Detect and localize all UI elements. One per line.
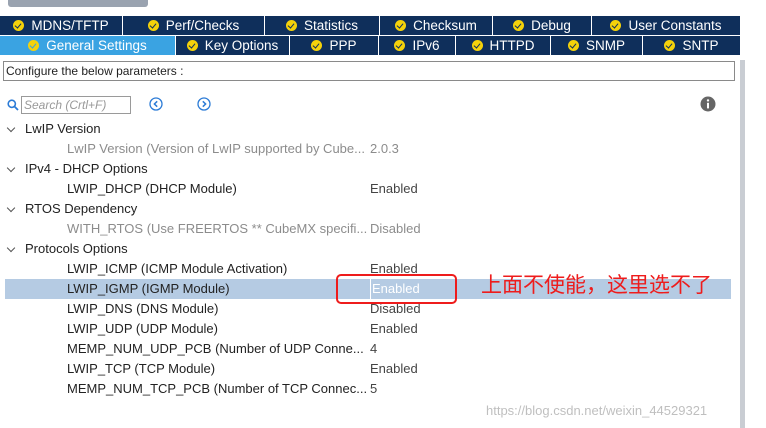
tab-label: Statistics bbox=[303, 18, 358, 33]
annotation-highlight-box bbox=[336, 274, 457, 304]
tab-label: SNTP bbox=[682, 38, 719, 53]
param-name: LwIP Version (Version of LwIP supported … bbox=[67, 141, 365, 156]
check-icon bbox=[285, 20, 297, 31]
tab-label: HTTPD bbox=[489, 38, 535, 53]
param-name: WITH_RTOS (Use FREERTOS ** CubeMX specif… bbox=[67, 221, 367, 236]
check-icon bbox=[394, 40, 406, 51]
param-name: LWIP_DHCP (DHCP Module) bbox=[67, 181, 237, 196]
info-icon[interactable] bbox=[700, 96, 716, 112]
param-name: LWIP_DNS (DNS Module) bbox=[67, 301, 219, 316]
tab-ppp[interactable]: PPP bbox=[290, 36, 379, 56]
param-value[interactable]: 4 bbox=[370, 339, 377, 359]
check-icon bbox=[610, 20, 622, 31]
check-icon bbox=[567, 40, 579, 51]
param-row[interactable]: LWIP_DHCP (DHCP Module) Enabled bbox=[0, 179, 740, 199]
tab-label: IPv6 bbox=[412, 38, 440, 53]
tab-label: SNMP bbox=[585, 38, 625, 53]
annotation-text: 上面不使能，这里选不了 bbox=[481, 273, 712, 297]
param-value[interactable]: Enabled bbox=[370, 179, 418, 199]
check-icon bbox=[395, 20, 407, 31]
search-icon[interactable] bbox=[7, 99, 19, 111]
tab-mdns-tftp[interactable]: MDNS/TFTP bbox=[0, 16, 123, 36]
tab-label: Perf/Checks bbox=[165, 18, 240, 33]
configure-banner: Configure the below parameters : bbox=[3, 61, 735, 81]
group-rtos-dependency[interactable]: RTOS Dependency bbox=[0, 199, 740, 219]
window-title-stub bbox=[8, 0, 148, 7]
check-icon bbox=[664, 40, 676, 51]
param-name: LWIP_UDP (UDP Module) bbox=[67, 321, 218, 336]
group-title: RTOS Dependency bbox=[25, 201, 138, 216]
tab-httpd[interactable]: HTTPD bbox=[456, 36, 551, 56]
param-row[interactable]: WITH_RTOS (Use FREERTOS ** CubeMX specif… bbox=[0, 219, 740, 239]
check-icon bbox=[147, 20, 159, 31]
param-row[interactable]: MEMP_NUM_UDP_PCB (Number of UDP Conne...… bbox=[0, 339, 740, 359]
tab-row-1: MDNS/TFTP Perf/Checks Statistics Checksu… bbox=[0, 16, 740, 36]
tab-label: General Settings bbox=[46, 38, 147, 53]
param-row[interactable]: LWIP_TCP (TCP Module) Enabled bbox=[0, 359, 740, 379]
param-name: MEMP_NUM_UDP_PCB (Number of UDP Conne... bbox=[67, 341, 364, 356]
check-icon bbox=[13, 20, 25, 31]
tab-debug[interactable]: Debug bbox=[493, 16, 592, 36]
tab-checksum[interactable]: Checksum bbox=[380, 16, 493, 36]
param-value: 2.0.3 bbox=[370, 141, 399, 156]
param-name: LWIP_TCP (TCP Module) bbox=[67, 361, 216, 376]
chevron-down-icon[interactable] bbox=[6, 243, 16, 253]
group-dhcp-options[interactable]: IPv4 - DHCP Options bbox=[0, 159, 740, 179]
search-input[interactable]: Search (Crtl+F) bbox=[21, 96, 131, 114]
previous-result-icon[interactable] bbox=[149, 97, 163, 111]
tab-label: Debug bbox=[531, 18, 571, 33]
tab-row-2: General Settings Key Options PPP IPv6 HT… bbox=[0, 36, 740, 56]
search-toolbar: Search (Crtl+F) bbox=[0, 95, 740, 117]
param-value[interactable]: 5 bbox=[370, 379, 377, 399]
group-lwip-version[interactable]: LwIP Version bbox=[0, 119, 740, 139]
param-value[interactable]: Enabled bbox=[370, 319, 418, 339]
tab-statistics[interactable]: Statistics bbox=[265, 16, 380, 36]
param-row[interactable]: LwIP Version (Version of LwIP supported … bbox=[0, 139, 740, 159]
param-row[interactable]: LWIP_UDP (UDP Module) Enabled bbox=[0, 319, 740, 339]
tab-ipv6[interactable]: IPv6 bbox=[379, 36, 456, 56]
chevron-down-icon[interactable] bbox=[6, 163, 16, 173]
tab-perf-checks[interactable]: Perf/Checks bbox=[123, 16, 265, 36]
tab-label: Checksum bbox=[413, 18, 477, 33]
tab-label: Key Options bbox=[204, 38, 279, 53]
top-strip bbox=[0, 0, 740, 16]
tab-user-constants[interactable]: User Constants bbox=[592, 16, 740, 36]
check-icon bbox=[311, 40, 323, 51]
check-icon bbox=[513, 20, 525, 31]
param-name: LWIP_ICMP (ICMP Module Activation) bbox=[67, 261, 288, 276]
tab-snmp[interactable]: SNMP bbox=[551, 36, 643, 56]
chevron-down-icon[interactable] bbox=[6, 123, 16, 133]
group-title: IPv4 - DHCP Options bbox=[25, 161, 148, 176]
right-edge bbox=[740, 0, 766, 428]
tab-sntp[interactable]: SNTP bbox=[643, 36, 740, 56]
group-protocols-options[interactable]: Protocols Options bbox=[0, 239, 740, 259]
group-title: LwIP Version bbox=[25, 121, 101, 136]
vertical-scrollbar[interactable] bbox=[740, 60, 745, 428]
param-value[interactable]: Enabled bbox=[370, 359, 418, 379]
tab-key-options[interactable]: Key Options bbox=[176, 36, 290, 56]
param-name: LWIP_IGMP (IGMP Module) bbox=[67, 281, 230, 296]
param-row[interactable]: MEMP_NUM_TCP_PCB (Number of TCP Connec..… bbox=[0, 379, 740, 399]
next-result-icon[interactable] bbox=[197, 97, 211, 111]
watermark: https://blog.csdn.net/weixin_44529321 bbox=[486, 403, 708, 418]
chevron-down-icon[interactable] bbox=[6, 203, 16, 213]
tab-label: User Constants bbox=[628, 18, 722, 33]
param-name: MEMP_NUM_TCP_PCB (Number of TCP Connec..… bbox=[67, 381, 367, 396]
tab-label: MDNS/TFTP bbox=[31, 18, 109, 33]
check-icon bbox=[186, 40, 198, 51]
check-icon bbox=[471, 40, 483, 51]
tab-general-settings[interactable]: General Settings bbox=[0, 36, 176, 56]
tab-label: PPP bbox=[329, 38, 357, 53]
group-title: Protocols Options bbox=[25, 241, 128, 256]
param-value: Disabled bbox=[370, 221, 421, 236]
check-icon bbox=[28, 40, 40, 51]
parameter-tree: LwIP Version LwIP Version (Version of Lw… bbox=[0, 119, 740, 399]
